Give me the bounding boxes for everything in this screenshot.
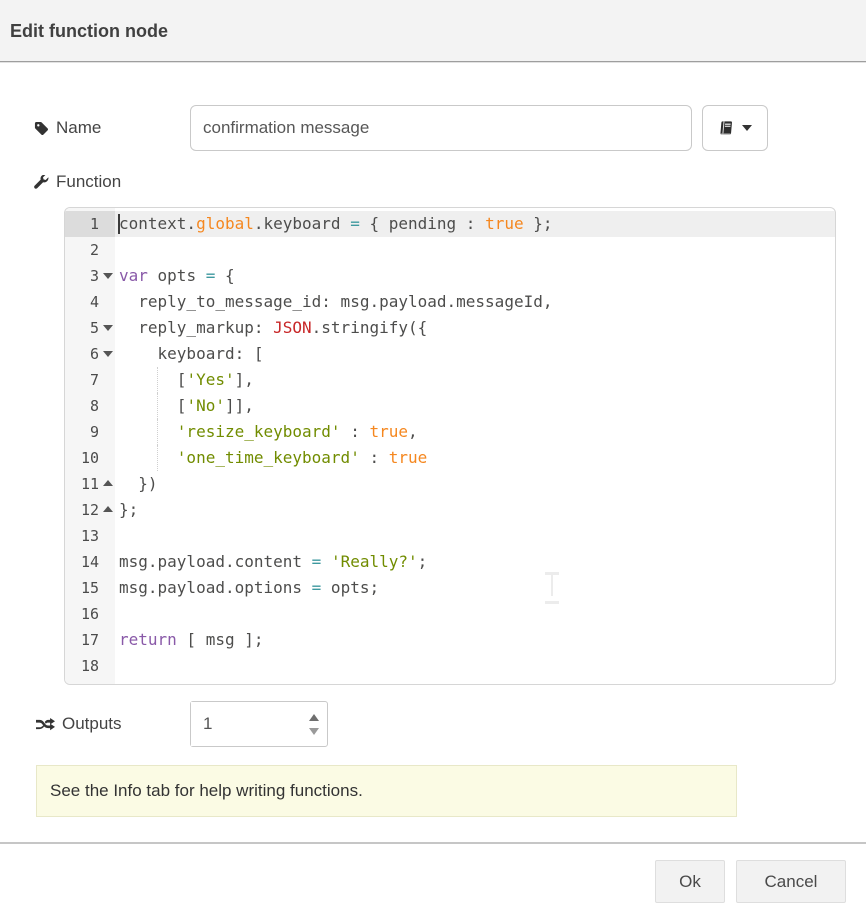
code-line[interactable]: }) <box>115 471 835 497</box>
function-code-editor[interactable]: 123456789101112131415161718 context.glob… <box>64 207 836 685</box>
spinner-up-icon[interactable] <box>309 714 319 721</box>
mouse-ibeam-cursor <box>545 572 559 598</box>
code-line[interactable]: return [ msg ]; <box>115 627 835 653</box>
gutter-line-number[interactable]: 2 <box>65 237 115 263</box>
code-line[interactable]: context.global.keyboard = { pending : tr… <box>115 211 835 237</box>
edit-function-dialog: Edit function node Name <box>0 0 866 920</box>
gutter-line-number[interactable]: 16 <box>65 601 115 627</box>
outputs-label-row: Outputs <box>36 701 122 747</box>
library-button[interactable] <box>702 105 768 151</box>
text-caret <box>118 214 120 234</box>
code-line[interactable] <box>115 237 835 263</box>
code-line[interactable]: 'one_time_keyboard' : true <box>115 445 835 471</box>
outputs-input[interactable] <box>191 702 291 746</box>
dialog-header: Edit function node <box>0 0 866 62</box>
fold-close-icon[interactable] <box>103 480 113 486</box>
fold-open-icon[interactable] <box>103 325 113 331</box>
fold-open-icon[interactable] <box>103 273 113 279</box>
name-label-row: Name <box>34 105 101 151</box>
indent-guide <box>157 445 158 471</box>
fold-close-icon[interactable] <box>103 506 113 512</box>
code-line[interactable] <box>115 653 835 679</box>
function-label: Function <box>56 172 121 192</box>
dialog-title: Edit function node <box>10 0 168 62</box>
gutter-line-number[interactable]: 10 <box>65 445 115 471</box>
gutter-line-number[interactable]: 6 <box>65 341 115 367</box>
wrench-icon <box>34 175 49 190</box>
fold-open-icon[interactable] <box>103 351 113 357</box>
gutter-line-number[interactable]: 13 <box>65 523 115 549</box>
book-icon <box>718 120 734 136</box>
tag-icon <box>34 121 49 136</box>
gutter-line-number[interactable]: 17 <box>65 627 115 653</box>
caret-down-icon <box>742 125 752 131</box>
info-tip-box: See the Info tab for help writing functi… <box>36 765 737 817</box>
code-line[interactable]: reply_markup: JSON.stringify({ <box>115 315 835 341</box>
code-line[interactable]: reply_to_message_id: msg.payload.message… <box>115 289 835 315</box>
function-label-row: Function <box>34 170 121 194</box>
outputs-spinner <box>190 701 328 747</box>
name-input[interactable] <box>190 105 692 151</box>
code-line[interactable]: ['Yes'], <box>115 367 835 393</box>
editor-gutter[interactable]: 123456789101112131415161718 <box>65 208 115 684</box>
shuffle-icon <box>36 717 55 732</box>
gutter-line-number[interactable]: 18 <box>65 653 115 679</box>
indent-guide <box>157 393 158 419</box>
name-label: Name <box>56 118 101 138</box>
spinner-down-icon[interactable] <box>309 728 319 735</box>
gutter-line-number[interactable]: 1 <box>65 211 115 237</box>
code-line[interactable]: msg.payload.content = 'Really?'; <box>115 549 835 575</box>
outputs-label: Outputs <box>62 714 122 734</box>
ok-button[interactable]: Ok <box>655 860 725 903</box>
gutter-line-number[interactable]: 9 <box>65 419 115 445</box>
gutter-line-number[interactable]: 11 <box>65 471 115 497</box>
code-line[interactable] <box>115 523 835 549</box>
indent-guide <box>157 419 158 445</box>
code-line[interactable] <box>115 601 835 627</box>
info-tip-text: See the Info tab for help writing functi… <box>50 781 363 801</box>
code-line[interactable]: keyboard: [ <box>115 341 835 367</box>
gutter-line-number[interactable]: 3 <box>65 263 115 289</box>
gutter-line-number[interactable]: 12 <box>65 497 115 523</box>
gutter-line-number[interactable]: 14 <box>65 549 115 575</box>
gutter-line-number[interactable]: 7 <box>65 367 115 393</box>
gutter-line-number[interactable]: 5 <box>65 315 115 341</box>
indent-guide <box>157 367 158 393</box>
code-line[interactable]: var opts = { <box>115 263 835 289</box>
code-line[interactable]: }; <box>115 497 835 523</box>
code-line[interactable]: ['No']], <box>115 393 835 419</box>
gutter-line-number[interactable]: 4 <box>65 289 115 315</box>
code-line[interactable]: 'resize_keyboard' : true, <box>115 419 835 445</box>
cancel-button[interactable]: Cancel <box>736 860 846 903</box>
footer-divider <box>0 842 866 844</box>
gutter-line-number[interactable]: 8 <box>65 393 115 419</box>
gutter-line-number[interactable]: 15 <box>65 575 115 601</box>
code-line[interactable]: msg.payload.options = opts; <box>115 575 835 601</box>
editor-code[interactable]: context.global.keyboard = { pending : tr… <box>115 208 835 684</box>
